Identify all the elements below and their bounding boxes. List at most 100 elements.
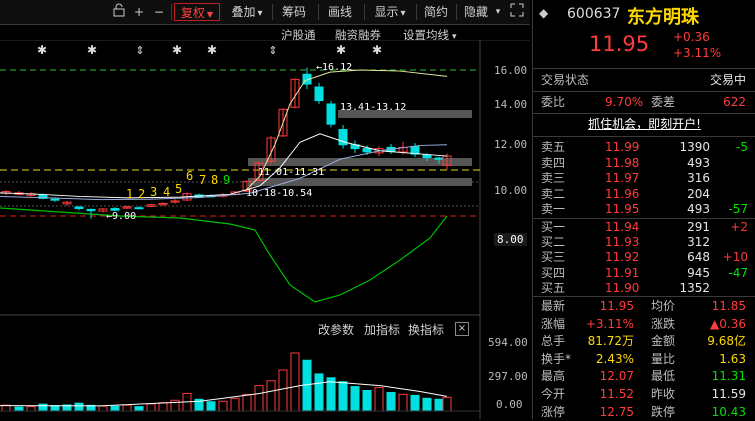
volume-bar [254,385,264,412]
volume-bar [206,401,216,412]
stat-value: 10.43 [711,404,746,419]
volume-bar [26,406,36,412]
volume-bar [362,389,372,412]
order-volume: 316 [687,171,710,185]
count-label: 4 [163,185,171,199]
fullscreen-icon[interactable] [508,3,526,21]
order-level-label: 卖二 [541,186,566,201]
volume-bar [278,369,288,412]
stat-value: 11.59 [711,387,746,401]
order-price: 11.95 [605,202,640,216]
resistance-band [248,178,472,186]
simple-button[interactable]: 简约 [420,3,452,21]
kline-chart[interactable]: ✱ ✱ ✱ ✱ ✱ ✱ ⇕ ⇕ [0,40,530,419]
candle-body [86,208,96,212]
zoom-out-button[interactable]: − [150,3,168,21]
order-level-label: 卖四 [541,155,566,170]
order-volume: 493 [687,202,710,216]
edit-params-button[interactable]: 改参数 [318,321,354,338]
order-price: 11.98 [605,155,640,170]
low-annotation: ←9.00 [106,211,137,222]
stat-value: ▲0.36 [710,316,746,331]
stat-label: 跌停 [651,404,676,419]
range2-annotation: 11.01-11.31 [258,167,325,178]
display-button[interactable]: 显示 ▾ [368,3,412,21]
stat-value: 11.52 [599,387,634,401]
scroll-up-icon[interactable]: ◆ [539,6,548,20]
stat-row: 最高 12.07 最低 11.31 [533,368,755,385]
volume-bar [374,387,384,412]
order-book-row[interactable]: 卖五 11.99 1390 -5 [533,139,755,156]
zoom-in-button[interactable]: + [130,3,148,21]
stat-value: 9.68亿 [707,334,746,349]
volume-ma-line [0,381,448,407]
close-icon[interactable]: × [455,322,469,336]
high-value: 16.12 [322,62,353,73]
order-level-label: 卖一 [541,202,566,216]
stat-label: 最新 [541,299,566,313]
stat-label: 总手 [541,334,566,349]
switch-indicator-button[interactable]: 换指标 [408,321,444,338]
low-value: 9.00 [112,211,137,222]
overlay-button[interactable]: 叠加 ▾ [225,3,269,21]
star-marker-icon: ✱ [372,43,382,57]
candle-body [110,208,120,211]
volume-axis-label: 0.00 [496,398,523,411]
price-axis-label: 14.00 [494,98,528,111]
ad-text: 抓住机会，即刻开户! [588,117,701,131]
order-volume: 1352 [679,280,710,295]
stat-row: 总手 81.72万 金额 9.68亿 [533,333,755,350]
stat-label: 最高 [541,369,566,384]
order-book-row[interactable]: 卖二 11.96 204 [533,186,755,203]
hide-button[interactable]: 隐藏 [460,3,492,21]
candle-body [434,157,444,160]
candle-body [362,148,372,153]
stat-label: 昨收 [651,387,676,401]
high-annotation: ←16.12 [316,62,353,73]
order-book-row[interactable]: 卖三 11.97 316 [533,170,755,187]
volume-bar [230,397,240,412]
order-volume: 1390 [679,140,710,154]
order-volume: 204 [687,186,710,201]
more-arrow-icon[interactable]: ▾ [491,3,505,21]
price-axis-label: 12.00 [494,138,528,151]
candle-body [422,154,432,159]
order-book-row[interactable]: 卖四 11.98 493 [533,155,755,172]
price-axis-label: 16.00 [494,64,528,77]
display-label: 显示 [374,5,399,19]
count-label: 5 [175,182,183,196]
range3-annotation: 10.18-10.54 [246,188,313,199]
order-level-label: 卖五 [541,140,566,154]
stat-value: 2.43% [595,351,634,366]
volume-bar [434,398,444,412]
lock-icon[interactable] [108,3,130,21]
volume-bar [134,406,144,412]
stat-row: 今开 11.52 昨收 11.59 [533,386,755,403]
price-axis-current-label: 8.00 [494,233,527,246]
order-book-row[interactable]: 买五 11.90 1352 [533,280,755,297]
candle-body [74,206,84,210]
quote-panel: ◆ 600637 东方明珠 11.95 +0.36 +3.11% 交易状态 交易… [532,0,755,419]
volume-bar [14,406,24,412]
weicha-label: 委差 [651,95,676,109]
volume-bar [146,403,156,412]
volume-bar [398,393,408,412]
chevron-down-icon: ▾ [400,8,406,19]
order-book-row[interactable]: 卖一 11.95 493 -57 [533,201,755,218]
stat-value: +3.11% [585,316,634,331]
volume-bar [74,402,84,412]
star-marker-icon: ✱ [207,43,217,57]
draw-line-button[interactable]: 画线 [322,3,358,21]
volume-bar [326,377,336,412]
volume-bar [350,386,360,412]
stat-label: 最低 [651,369,676,384]
count-label: 9 [223,173,231,187]
order-volume: 493 [687,155,710,170]
fuquan-button[interactable]: 复权 ▼ [174,3,220,21]
add-indicator-button[interactable]: 加指标 [364,321,400,338]
volume-bar [98,405,108,412]
open-account-link[interactable]: 抓住机会，即刻开户! [533,116,755,133]
candle-body [134,207,144,210]
price-axis-label: 10.00 [494,184,528,197]
chips-button[interactable]: 筹码 [276,3,312,21]
